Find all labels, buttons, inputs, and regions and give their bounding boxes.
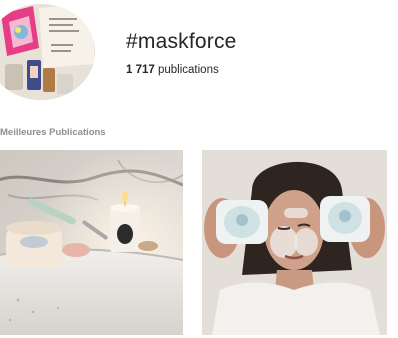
publication-label: publications bbox=[157, 64, 219, 76]
publication-count-line: 1 717 publications bbox=[126, 64, 219, 76]
post-thumbnail-2[interactable] bbox=[202, 150, 387, 335]
hashtag-title: #maskforce bbox=[126, 30, 237, 53]
hashtag-avatar[interactable] bbox=[0, 4, 95, 100]
publication-count: 1 717 bbox=[126, 64, 155, 76]
post-thumbnail-1[interactable] bbox=[0, 150, 183, 335]
top-posts-heading: Meilleures Publications bbox=[0, 127, 106, 138]
